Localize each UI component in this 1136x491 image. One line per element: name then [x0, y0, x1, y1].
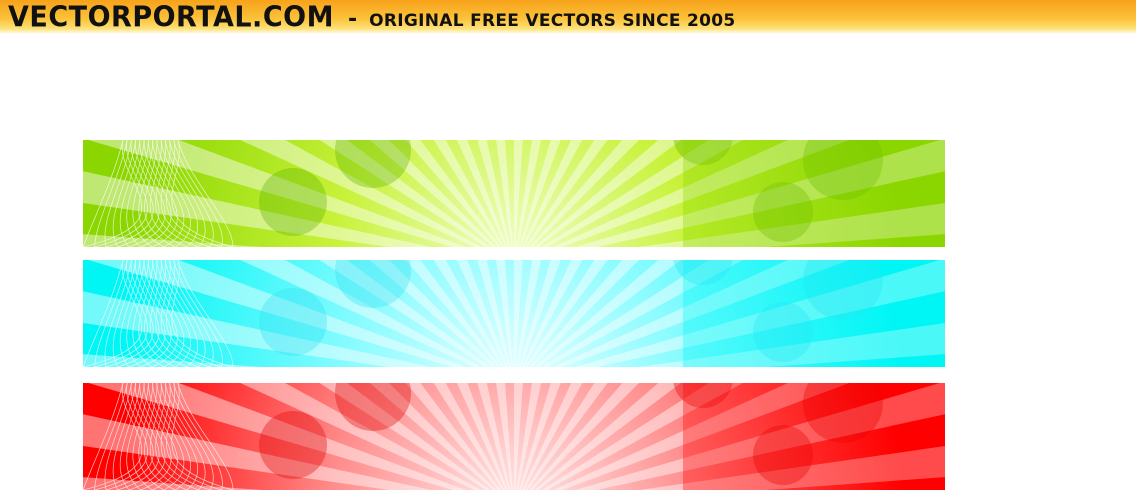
- banner-green: [83, 140, 945, 247]
- banner-red: [83, 383, 945, 490]
- brand-name: VECTORPORTAL.COM: [8, 1, 334, 34]
- banner-right-shade: [683, 140, 945, 247]
- brand-separator: -: [347, 7, 358, 32]
- header-bar: VECTORPORTAL.COM - ORIGINAL FREE VECTORS…: [0, 0, 1136, 34]
- banner-right-shade: [683, 260, 945, 367]
- banner-cyan-graphic: [83, 260, 945, 367]
- banner-right-shade: [683, 383, 945, 490]
- banner-cyan: [83, 260, 945, 367]
- banner-red-graphic: [83, 383, 945, 490]
- banner-green-graphic: [83, 140, 945, 247]
- page: VECTORPORTAL.COM - ORIGINAL FREE VECTORS…: [0, 0, 1136, 491]
- brand-tagline: ORIGINAL FREE VECTORS SINCE 2005: [369, 11, 736, 31]
- brand[interactable]: VECTORPORTAL.COM - ORIGINAL FREE VECTORS…: [8, 1, 736, 34]
